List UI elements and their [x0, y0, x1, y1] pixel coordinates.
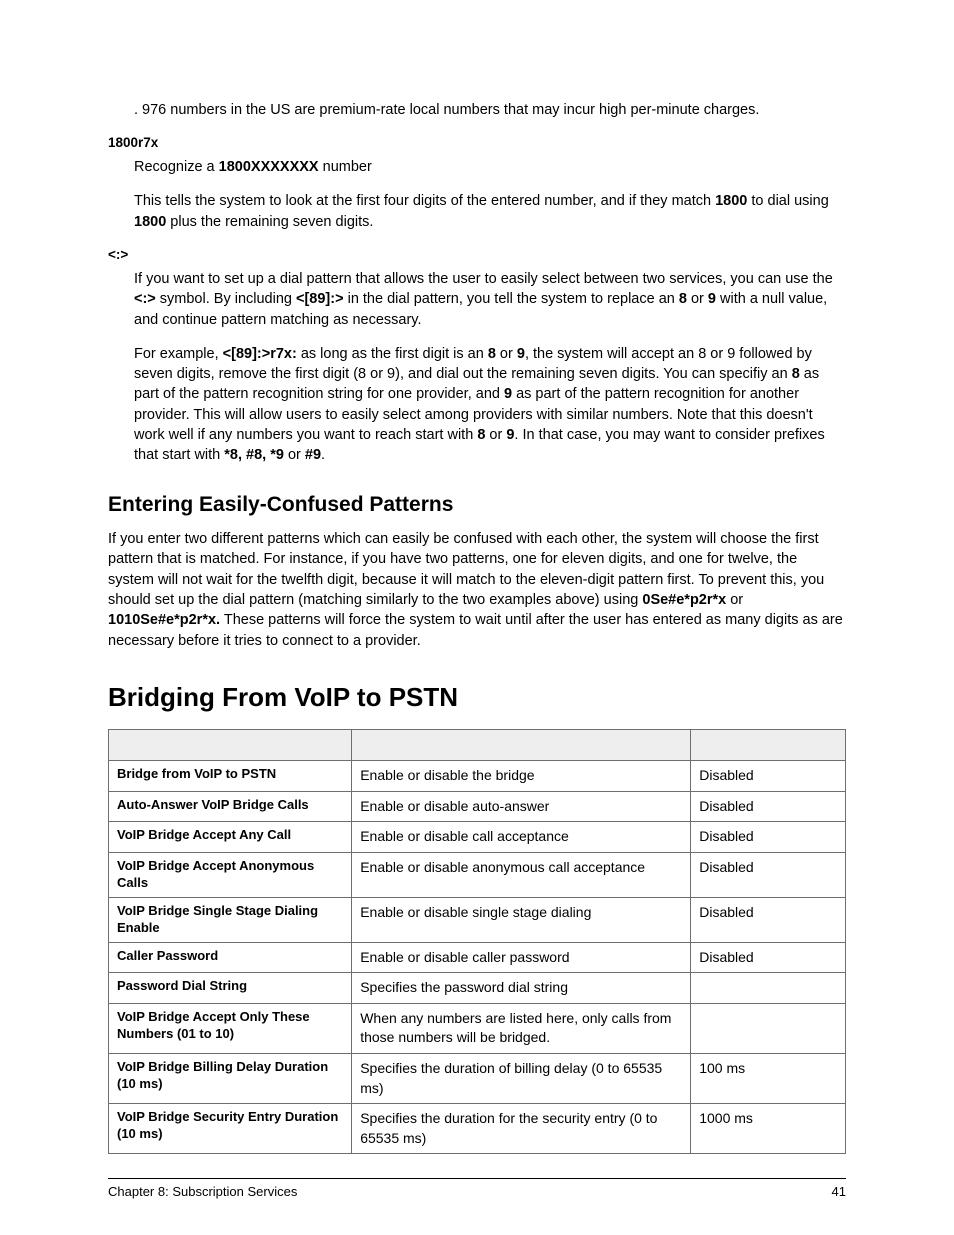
text-span: as long as the first digit is an — [297, 346, 488, 362]
text-span: or — [496, 346, 517, 362]
text-span: or — [726, 592, 743, 608]
table-cell-default: 1000 ms — [691, 1104, 846, 1154]
table-cell-name: VoIP Bridge Accept Any Call — [109, 822, 352, 853]
table-cell-name: Bridge from VoIP to PSTN — [109, 761, 352, 792]
table-cell-desc: Specifies the duration of billing delay … — [352, 1053, 691, 1103]
colon-paragraph-2: For example, <[89]:>r7x: as long as the … — [134, 344, 846, 466]
heading-bridging: Bridging From VoIP to PSTN — [108, 679, 846, 715]
table-cell-default: Disabled — [691, 761, 846, 792]
bold-span: <[89]:>r7x: — [223, 346, 297, 362]
table-row: Password Dial StringSpecifies the passwo… — [109, 973, 846, 1004]
heading-confused-patterns: Entering Easily-Confused Patterns — [108, 490, 846, 519]
text-span: This tells the system to look at the fir… — [134, 193, 715, 209]
table-cell-desc: Enable or disable anonymous call accepta… — [352, 852, 691, 897]
table-row: Caller PasswordEnable or disable caller … — [109, 942, 846, 973]
table-cell-name: VoIP Bridge Security Entry Duration (10 … — [109, 1104, 352, 1154]
table-cell-name: Auto-Answer VoIP Bridge Calls — [109, 791, 352, 822]
confused-paragraph: If you enter two different patterns whic… — [108, 529, 846, 651]
bold-span: *8, #8, *9 — [224, 447, 284, 463]
text-span: in the dial pattern, you tell the system… — [344, 291, 679, 307]
table-cell-default: Disabled — [691, 852, 846, 897]
table-row: VoIP Bridge Single Stage Dialing EnableE… — [109, 897, 846, 942]
recognize-line: Recognize a 1800XXXXXXX number — [134, 157, 846, 177]
table-cell-default: Disabled — [691, 897, 846, 942]
bold-span: 1010Se#e*p2r*x. — [108, 612, 220, 628]
table-row: VoIP Bridge Security Entry Duration (10 … — [109, 1104, 846, 1154]
text-span: or — [284, 447, 305, 463]
text-span: . — [321, 447, 325, 463]
bold-span: 9 — [708, 291, 716, 307]
text-span: plus the remaining seven digits. — [166, 214, 373, 230]
bold-span: 8 — [792, 366, 800, 382]
text-span: to dial using — [747, 193, 828, 209]
table-cell-desc: Enable or disable call acceptance — [352, 822, 691, 853]
table-cell-default: Disabled — [691, 822, 846, 853]
text-span: or — [687, 291, 708, 307]
text-span: If you want to set up a dial pattern tha… — [134, 271, 833, 287]
table-cell-desc: Specifies the password dial string — [352, 973, 691, 1004]
footer-page-number: 41 — [832, 1183, 846, 1201]
bold-span: 1800XXXXXXX — [219, 159, 319, 175]
bold-span: 0Se#e*p2r*x — [642, 592, 726, 608]
table-cell-desc: Enable or disable caller password — [352, 942, 691, 973]
table-header-row — [109, 730, 846, 761]
bold-span: 1800 — [134, 214, 166, 230]
bold-span: 1800 — [715, 193, 747, 209]
table-cell-default: 100 ms — [691, 1053, 846, 1103]
table-cell-name: VoIP Bridge Accept Only These Numbers (0… — [109, 1003, 352, 1053]
bold-span: 9 — [517, 346, 525, 362]
table-cell-default — [691, 973, 846, 1004]
pattern-label-colon: <:> — [108, 246, 846, 265]
bold-span: #9 — [305, 447, 321, 463]
table-header-cell — [109, 730, 352, 761]
text-span: or — [485, 427, 506, 443]
footer-chapter: Chapter 8: Subscription Services — [108, 1184, 297, 1199]
table-header-cell — [352, 730, 691, 761]
table-row: VoIP Bridge Accept Only These Numbers (0… — [109, 1003, 846, 1053]
table-cell-name: VoIP Bridge Single Stage Dialing Enable — [109, 897, 352, 942]
bold-span: 8 — [679, 291, 687, 307]
colon-paragraph-1: If you want to set up a dial pattern tha… — [134, 269, 846, 330]
table-cell-desc: When any numbers are listed here, only c… — [352, 1003, 691, 1053]
table-cell-default — [691, 1003, 846, 1053]
table-cell-desc: Specifies the duration for the security … — [352, 1104, 691, 1154]
table-header-cell — [691, 730, 846, 761]
text-span: For example, — [134, 346, 223, 362]
bold-span: 9 — [504, 386, 512, 402]
table-cell-default: Disabled — [691, 942, 846, 973]
table-row: Auto-Answer VoIP Bridge CallsEnable or d… — [109, 791, 846, 822]
intro-paragraph: . 976 numbers in the US are premium-rate… — [134, 100, 846, 120]
table-cell-desc: Enable or disable auto-answer — [352, 791, 691, 822]
text-span: Recognize a — [134, 159, 219, 175]
bold-span: <:> — [134, 291, 156, 307]
table-cell-name: Caller Password — [109, 942, 352, 973]
table-cell-default: Disabled — [691, 791, 846, 822]
text-span: number — [319, 159, 372, 175]
pattern-label-1800r7x: 1800r7x — [108, 134, 846, 153]
bold-span: 8 — [488, 346, 496, 362]
text-span: symbol. By including — [156, 291, 296, 307]
table-row: Bridge from VoIP to PSTNEnable or disabl… — [109, 761, 846, 792]
table-cell-desc: Enable or disable the bridge — [352, 761, 691, 792]
1800-explanation: This tells the system to look at the fir… — [134, 191, 846, 232]
table-row: VoIP Bridge Billing Delay Duration (10 m… — [109, 1053, 846, 1103]
table-cell-name: Password Dial String — [109, 973, 352, 1004]
bold-span: <[89]:> — [296, 291, 344, 307]
table-row: VoIP Bridge Accept Anonymous CallsEnable… — [109, 852, 846, 897]
table-cell-name: VoIP Bridge Accept Anonymous Calls — [109, 852, 352, 897]
table-row: VoIP Bridge Accept Any CallEnable or dis… — [109, 822, 846, 853]
page-footer: Chapter 8: Subscription Services 41 — [108, 1178, 846, 1201]
table-cell-desc: Enable or disable single stage dialing — [352, 897, 691, 942]
bridging-table: Bridge from VoIP to PSTNEnable or disabl… — [108, 729, 846, 1154]
table-cell-name: VoIP Bridge Billing Delay Duration (10 m… — [109, 1053, 352, 1103]
